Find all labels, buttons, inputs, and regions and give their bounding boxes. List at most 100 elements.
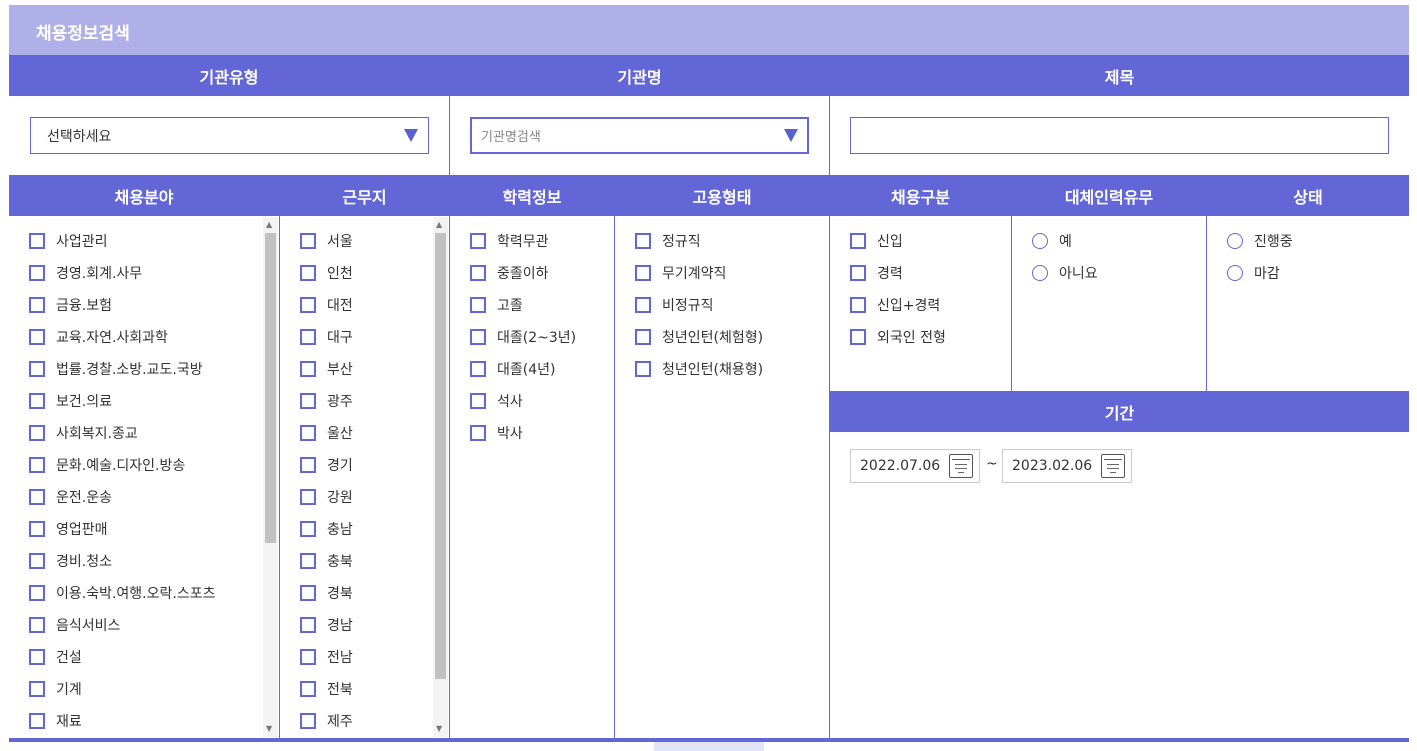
list-item[interactable]: 울산 <box>300 417 353 449</box>
checkbox[interactable] <box>470 393 486 409</box>
list-item[interactable]: 제주 <box>300 705 353 737</box>
checkbox[interactable] <box>29 681 45 697</box>
checkbox[interactable] <box>850 297 866 313</box>
scroll-thumb[interactable] <box>265 233 276 543</box>
checkbox[interactable] <box>300 361 316 377</box>
list-item[interactable]: 부산 <box>300 353 353 385</box>
checkbox[interactable] <box>635 329 651 345</box>
inst-type-select[interactable]: 선택하세요 <box>30 117 429 154</box>
list-item[interactable]: 운전.운송 <box>29 481 215 513</box>
field-scrollbar[interactable]: ▲ ▼ <box>263 217 278 737</box>
checkbox[interactable] <box>29 233 45 249</box>
scroll-thumb[interactable] <box>435 233 446 679</box>
list-item[interactable]: 사업관리 <box>29 225 215 257</box>
checkbox[interactable] <box>300 553 316 569</box>
checkbox[interactable] <box>470 425 486 441</box>
scroll-down-icon[interactable]: ▼ <box>436 725 442 733</box>
list-item[interactable]: 대구 <box>300 321 353 353</box>
checkbox[interactable] <box>300 393 316 409</box>
checkbox[interactable] <box>29 713 45 729</box>
radio-item[interactable]: 진행중 <box>1227 225 1293 257</box>
scroll-down-icon[interactable]: ▼ <box>266 725 272 733</box>
list-item[interactable]: 학력무관 <box>470 225 576 257</box>
list-item[interactable]: 청년인턴(채용형) <box>635 353 763 385</box>
list-item[interactable]: 광주 <box>300 385 353 417</box>
checkbox[interactable] <box>850 233 866 249</box>
checkbox[interactable] <box>300 681 316 697</box>
checkbox[interactable] <box>850 329 866 345</box>
list-item[interactable]: 무기계약직 <box>635 257 763 289</box>
list-item[interactable]: 중졸이하 <box>470 257 576 289</box>
list-item[interactable]: 경북 <box>300 577 353 609</box>
checkbox[interactable] <box>29 489 45 505</box>
checkbox[interactable] <box>300 585 316 601</box>
checkbox[interactable] <box>300 297 316 313</box>
list-item[interactable]: 기계 <box>29 673 215 705</box>
list-item[interactable]: 대졸(4년) <box>470 353 576 385</box>
list-item[interactable]: 사회복지.종교 <box>29 417 215 449</box>
checkbox[interactable] <box>470 361 486 377</box>
checkbox[interactable] <box>29 425 45 441</box>
inst-name-select[interactable]: 기관명검색 <box>470 117 809 154</box>
list-item[interactable]: 정규직 <box>635 225 763 257</box>
list-item[interactable]: 경영.회계.사무 <box>29 257 215 289</box>
checkbox[interactable] <box>29 457 45 473</box>
list-item[interactable]: 경비.청소 <box>29 545 215 577</box>
checkbox[interactable] <box>29 585 45 601</box>
calendar-icon[interactable] <box>1101 454 1125 478</box>
list-item[interactable]: 충남 <box>300 513 353 545</box>
list-item[interactable]: 외국인 전형 <box>850 321 946 353</box>
list-item[interactable]: 문화.예술.디자인.방송 <box>29 449 215 481</box>
radio-item[interactable]: 아니요 <box>1032 257 1098 289</box>
list-item[interactable]: 경력 <box>850 257 946 289</box>
list-item[interactable]: 고졸 <box>470 289 576 321</box>
checkbox[interactable] <box>470 329 486 345</box>
checkbox[interactable] <box>635 233 651 249</box>
list-item[interactable]: 경남 <box>300 609 353 641</box>
list-item[interactable]: 금융.보험 <box>29 289 215 321</box>
list-item[interactable]: 서울 <box>300 225 353 257</box>
checkbox[interactable] <box>29 361 45 377</box>
checkbox[interactable] <box>300 489 316 505</box>
radio[interactable] <box>1227 265 1243 281</box>
list-item[interactable]: 교육.자연.사회과학 <box>29 321 215 353</box>
list-item[interactable]: 박사 <box>470 417 576 449</box>
checkbox[interactable] <box>29 649 45 665</box>
checkbox[interactable] <box>29 393 45 409</box>
list-item[interactable]: 음식서비스 <box>29 609 215 641</box>
scroll-up-icon[interactable]: ▲ <box>436 221 442 229</box>
list-item[interactable]: 이용.숙박.여행.오락.스포츠 <box>29 577 215 609</box>
checkbox[interactable] <box>635 361 651 377</box>
list-item[interactable]: 대전 <box>300 289 353 321</box>
list-item[interactable]: 강원 <box>300 481 353 513</box>
checkbox[interactable] <box>300 265 316 281</box>
list-item[interactable]: 영업판매 <box>29 513 215 545</box>
checkbox[interactable] <box>470 297 486 313</box>
search-button[interactable] <box>654 742 764 751</box>
checkbox[interactable] <box>300 521 316 537</box>
checkbox[interactable] <box>300 713 316 729</box>
list-item[interactable]: 전남 <box>300 641 353 673</box>
checkbox[interactable] <box>300 329 316 345</box>
subject-input[interactable] <box>850 117 1389 154</box>
list-item[interactable]: 석사 <box>470 385 576 417</box>
checkbox[interactable] <box>29 617 45 633</box>
checkbox[interactable] <box>300 649 316 665</box>
list-item[interactable]: 신입 <box>850 225 946 257</box>
checkbox[interactable] <box>470 233 486 249</box>
list-item[interactable]: 건설 <box>29 641 215 673</box>
checkbox[interactable] <box>300 457 316 473</box>
radio-item[interactable]: 예 <box>1032 225 1098 257</box>
list-item[interactable]: 신입+경력 <box>850 289 946 321</box>
calendar-icon[interactable] <box>949 454 973 478</box>
checkbox[interactable] <box>635 297 651 313</box>
start-date-field[interactable]: 2022.07.06 <box>850 449 980 483</box>
checkbox[interactable] <box>300 617 316 633</box>
checkbox[interactable] <box>300 233 316 249</box>
list-item[interactable]: 비정규직 <box>635 289 763 321</box>
list-item[interactable]: 충북 <box>300 545 353 577</box>
list-item[interactable]: 법률.경찰.소방.교도.국방 <box>29 353 215 385</box>
radio[interactable] <box>1032 233 1048 249</box>
checkbox[interactable] <box>29 297 45 313</box>
list-item[interactable]: 청년인턴(체험형) <box>635 321 763 353</box>
